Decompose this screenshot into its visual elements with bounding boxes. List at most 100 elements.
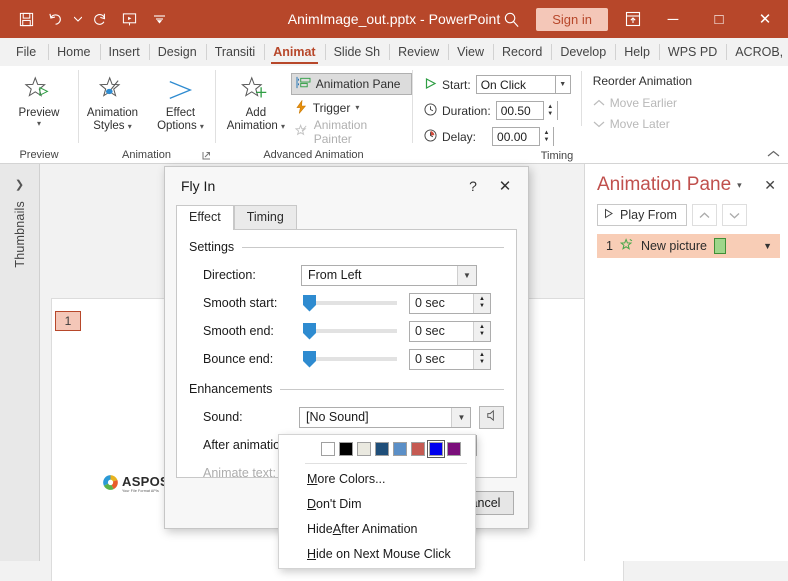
dialog-close-button[interactable]: ✕	[488, 177, 522, 195]
swatch-color-beige[interactable]	[357, 442, 371, 456]
menu-item-label: ide on Next Mouse Click	[316, 547, 451, 561]
bounce-end-slider[interactable]	[301, 349, 397, 370]
spinner-arrows-icon[interactable]: ▲▼	[473, 322, 490, 341]
tab-file[interactable]: File	[4, 38, 48, 66]
undo-icon[interactable]	[42, 6, 70, 32]
effect-options-button[interactable]: Effect Options ▾	[150, 71, 212, 133]
delay-spinner[interactable]: 00.00 ▲▼	[492, 127, 554, 146]
spinner-arrows-icon[interactable]: ▲▼	[543, 101, 557, 120]
trigger-label: Trigger	[313, 101, 351, 115]
tab-review[interactable]: Review	[389, 38, 448, 66]
animation-styles-button[interactable]: Animation Styles ▾	[82, 71, 144, 133]
start-combobox[interactable]: On Click ▼	[476, 75, 571, 94]
tab-wps-pdf[interactable]: WPS PD	[659, 38, 726, 66]
start-label: Start:	[442, 78, 471, 92]
animation-dialog-launcher-icon[interactable]	[201, 151, 211, 161]
chevron-down-icon[interactable]: ▾	[355, 104, 359, 112]
menu-item-more-colors[interactable]: More Colors...	[279, 466, 475, 491]
chevron-down-icon[interactable]: ▼	[457, 266, 476, 285]
move-down-button[interactable]	[722, 204, 747, 226]
direction-row: Direction: From Left ▼	[189, 261, 504, 289]
ribbon-group-label-advanced: Advanced Animation	[215, 146, 412, 163]
swatch-color-dark-blue[interactable]	[375, 442, 389, 456]
customize-qat-icon[interactable]	[145, 6, 173, 32]
tab-insert[interactable]: Insert	[100, 38, 149, 66]
search-icon[interactable]	[494, 0, 528, 38]
bounce-end-value-box[interactable]: 0 sec ▲▼	[409, 349, 491, 370]
direction-dropdown[interactable]: From Left ▼	[301, 265, 477, 286]
sound-dropdown[interactable]: [No Sound] ▼	[299, 407, 471, 428]
chevron-down-icon[interactable]: ▼	[451, 408, 470, 427]
swatch-color-bright-blue[interactable]	[429, 442, 443, 456]
thumbnails-pane: ❯ Thumbnails	[0, 164, 40, 561]
chevron-down-icon[interactable]: ▾	[37, 120, 41, 128]
menu-divider	[305, 463, 467, 464]
close-button[interactable]: ✕	[742, 0, 788, 38]
help-button[interactable]: ?	[458, 178, 488, 194]
chevron-down-icon[interactable]: ▾	[200, 122, 204, 131]
add-animation-button[interactable]: Add Animation ▾	[225, 71, 287, 133]
menu-item-hide-on-next-mouse-click[interactable]: Hide on Next Mouse Click	[279, 541, 475, 566]
maximize-button[interactable]: □	[696, 0, 742, 38]
chevron-down-icon[interactable]: ▾	[128, 122, 132, 131]
minimize-button[interactable]: ─	[650, 0, 696, 38]
expand-thumbnails-icon[interactable]: ❯	[0, 164, 39, 191]
item-chevron-down-icon[interactable]: ▼	[763, 241, 772, 251]
menu-item-dont-dim[interactable]: Don't Dim	[279, 491, 475, 516]
slider-thumb[interactable]	[303, 295, 316, 312]
tab-animations[interactable]: Animat	[264, 38, 324, 66]
tab-home[interactable]: Home	[48, 38, 99, 66]
trigger-button[interactable]: Trigger ▾	[291, 97, 412, 119]
collapse-ribbon-icon[interactable]	[767, 150, 780, 161]
start-row: Start: On Click ▼	[424, 73, 571, 96]
sign-in-button[interactable]: Sign in	[536, 8, 608, 31]
save-icon[interactable]	[12, 6, 40, 32]
tab-developer[interactable]: Develop	[551, 38, 615, 66]
move-up-button[interactable]	[692, 204, 717, 226]
tab-help[interactable]: Help	[615, 38, 659, 66]
spinner-arrows-icon[interactable]: ▲▼	[473, 294, 490, 313]
title-bar: AnimImage_out.pptx - PowerPoint Sign in …	[0, 0, 788, 38]
animation-pane-toggle[interactable]: Animation Pane	[291, 73, 412, 95]
tab-slide-show[interactable]: Slide Sh	[325, 38, 390, 66]
sound-preview-button[interactable]	[479, 406, 504, 429]
swatch-color-red[interactable]	[411, 442, 425, 456]
qat-undo-dropdown-icon[interactable]	[72, 6, 83, 32]
dialog-tab-effect[interactable]: Effect	[176, 205, 234, 229]
smooth-end-value-box[interactable]: 0 sec ▲▼	[409, 321, 491, 342]
spinner-arrows-icon[interactable]: ▲▼	[539, 127, 553, 146]
animation-pane-item-1[interactable]: 1 New picture ▼	[597, 234, 780, 258]
dialog-tab-timing[interactable]: Timing	[234, 205, 297, 229]
chevron-down-icon[interactable]: ▾	[737, 180, 742, 191]
chevron-down-icon[interactable]: ▼	[555, 76, 570, 93]
smooth-end-slider[interactable]	[301, 321, 397, 342]
swatch-color-medium-blue[interactable]	[393, 442, 407, 456]
tab-acrobat[interactable]: ACROB,	[726, 38, 788, 66]
redo-icon[interactable]	[85, 6, 113, 32]
slider-thumb[interactable]	[303, 351, 316, 368]
ribbon-display-options-icon[interactable]	[616, 0, 650, 38]
start-presentation-icon[interactable]	[115, 6, 143, 32]
clock-icon	[424, 103, 437, 119]
tab-view[interactable]: View	[448, 38, 493, 66]
smooth-start-label: Smooth start:	[203, 296, 301, 310]
tab-transitions[interactable]: Transiti	[206, 38, 265, 66]
tab-design[interactable]: Design	[149, 38, 206, 66]
delay-row: Delay: 00.00 ▲▼	[424, 125, 571, 148]
swatch-color-white[interactable]	[321, 442, 335, 456]
duration-spinner[interactable]: 00.50 ▲▼	[496, 101, 558, 120]
slider-thumb[interactable]	[303, 323, 316, 340]
preview-button[interactable]: Preview ▾	[8, 71, 70, 128]
swatch-color-black[interactable]	[339, 442, 353, 456]
swatch-color-purple[interactable]	[447, 442, 461, 456]
smooth-start-slider[interactable]	[301, 293, 397, 314]
close-pane-icon[interactable]: ✕	[764, 177, 778, 194]
menu-item-hide-after-animation[interactable]: Hide After Animation	[279, 516, 475, 541]
spinner-arrows-icon[interactable]: ▲▼	[473, 350, 490, 369]
play-from-button[interactable]: Play From	[597, 204, 687, 226]
tab-record[interactable]: Record	[493, 38, 551, 66]
ribbon-group-animation: Animation Styles ▾ Effect Options ▾	[78, 66, 215, 163]
ribbon-group-label-animation: Animation	[78, 146, 215, 163]
chevron-down-icon[interactable]: ▾	[281, 122, 285, 131]
smooth-start-value-box[interactable]: 0 sec ▲▼	[409, 293, 491, 314]
